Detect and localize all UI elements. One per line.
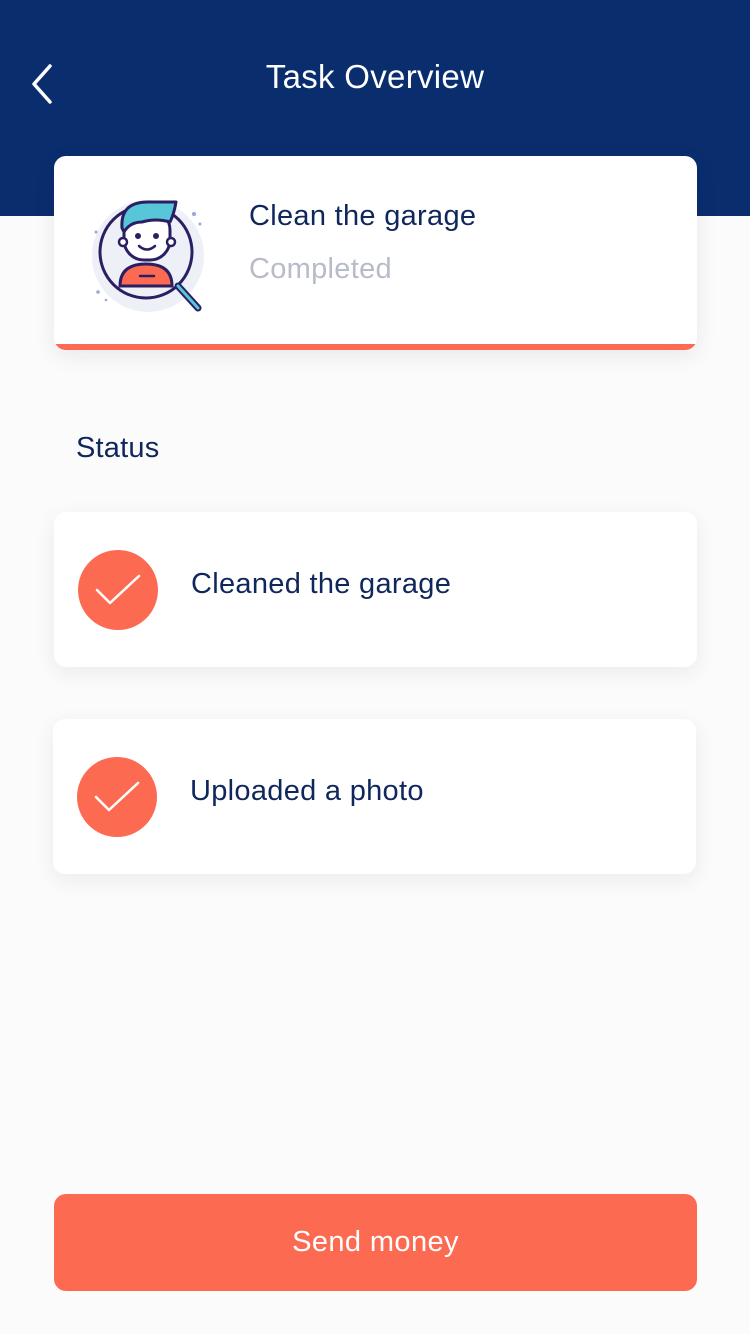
status-item-label: Uploaded a photo [190,775,424,807]
completed-badge [77,757,157,837]
task-summary-card: Clean the garage Completed [54,156,697,350]
task-card-accent-bar [54,344,697,350]
page-title: Task Overview [265,58,485,95]
check-icon [94,781,140,812]
task-title: Clean the garage [249,200,477,232]
status-item-label: Cleaned the garage [191,568,452,600]
status-item: Cleaned the garage [54,512,697,667]
status-section-label: Status [76,432,160,464]
task-status-text: Completed [249,253,392,285]
status-item: Uploaded a photo [53,719,696,874]
task-overview-screen: Task Overview Clean the garage Completed… [0,0,750,1334]
person-magnifier-illustration [92,200,204,312]
check-icon [95,574,141,605]
completed-badge [78,550,158,630]
send-money-button[interactable]: Send money [54,1194,697,1291]
